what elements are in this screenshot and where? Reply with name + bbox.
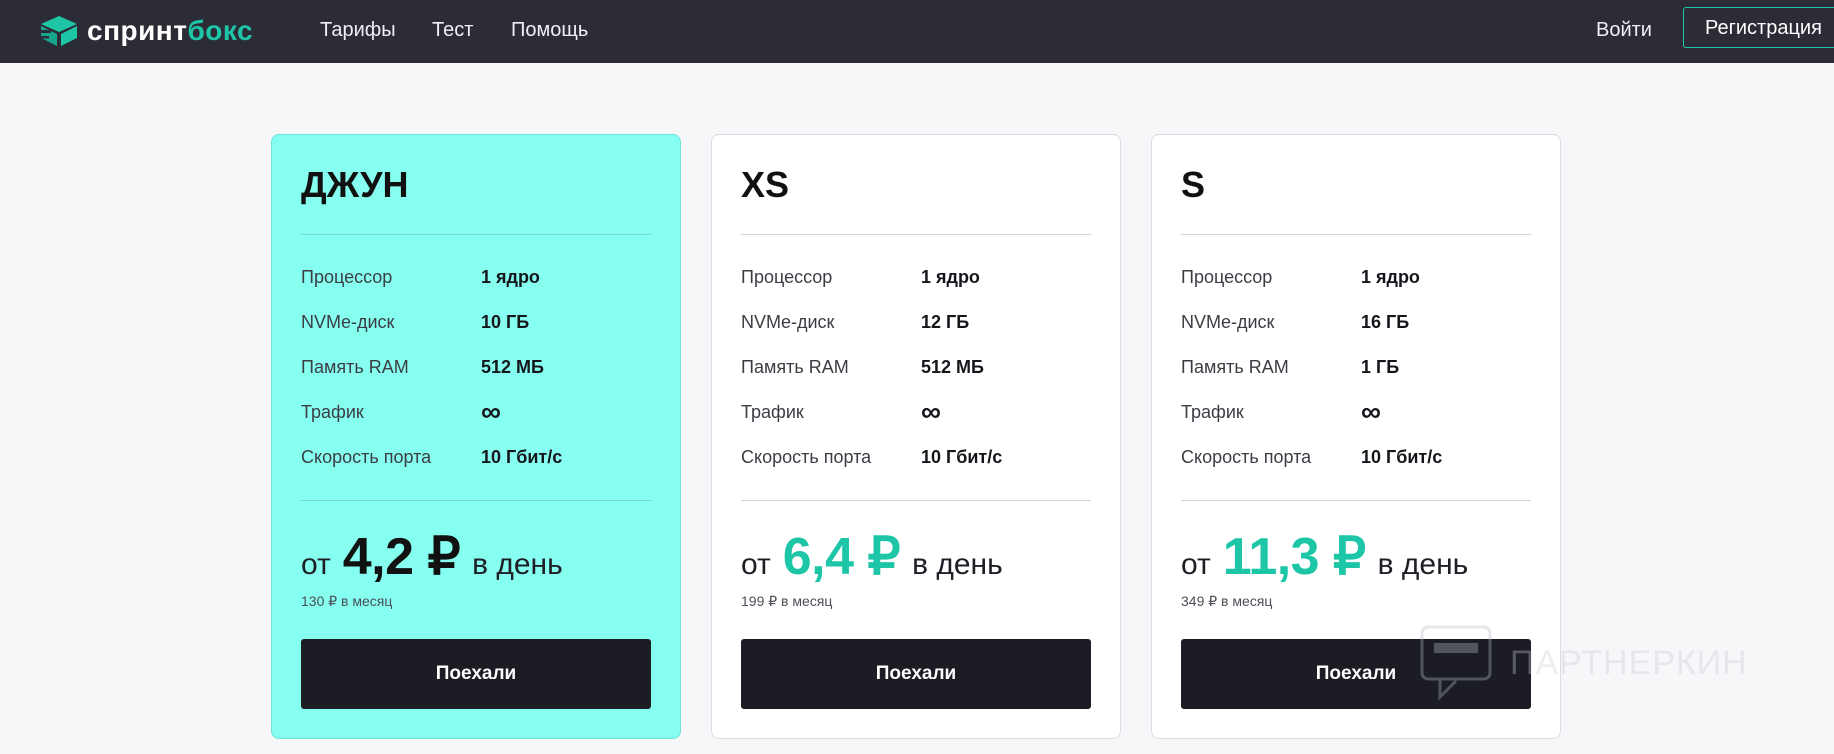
monthly-price: 130 ₽ в месяц — [301, 593, 393, 609]
disk-label: NVMe-диск — [1181, 312, 1275, 332]
ram-label: Память RAM — [301, 357, 409, 377]
infinity-icon: ∞ — [921, 396, 941, 427]
disk-label: NVMe-диск — [301, 312, 395, 332]
go-button[interactable]: Поехали — [301, 639, 651, 709]
divider — [741, 234, 1091, 235]
go-button[interactable]: Поехали — [741, 639, 1091, 709]
top-navbar: спринтбокс Тарифы Тест Помощь Войти Реги… — [0, 0, 1834, 63]
ram-label: Память RAM — [741, 357, 849, 377]
port-value: 10 Гбит/с — [481, 447, 563, 467]
divider — [1181, 500, 1531, 501]
monthly-price: 349 ₽ в месяц — [1181, 593, 1273, 609]
login-link[interactable]: Войти — [1596, 18, 1652, 42]
port-label: Скорость порта — [741, 447, 872, 467]
price-from: от — [741, 548, 771, 581]
disk-value: 12 ГБ — [921, 312, 970, 332]
plan-title: S — [1181, 164, 1206, 205]
price-amount: 4,2 ₽ — [342, 528, 461, 586]
divider — [1181, 234, 1531, 235]
divider — [301, 234, 651, 235]
monthly-price: 199 ₽ в месяц — [741, 593, 833, 609]
watermark: ПАРТНЕРКИН — [1420, 625, 1748, 701]
ram-value: 512 МБ — [921, 357, 984, 377]
nav-link-help[interactable]: Помощь — [511, 18, 588, 42]
price-per-day: в день — [912, 548, 1003, 581]
ram-value: 512 МБ — [481, 357, 544, 377]
logo-cube-icon — [37, 16, 77, 46]
traffic-label: Трафик — [1181, 402, 1244, 422]
logo-text: спринтбокс — [87, 15, 254, 46]
cpu-value: 1 ядро — [921, 267, 980, 287]
port-value: 10 Гбит/с — [921, 447, 1003, 467]
price-amount: 11,3 ₽ — [1222, 528, 1366, 586]
watermark-icon — [1420, 625, 1492, 701]
nav-link-test[interactable]: Тест — [432, 18, 473, 42]
logo[interactable]: спринтбокс — [37, 12, 253, 50]
port-value: 10 Гбит/с — [1361, 447, 1443, 467]
price-row: от 4,2 ₽ в день — [301, 527, 563, 587]
price-per-day: в день — [472, 548, 563, 581]
infinity-icon: ∞ — [1361, 396, 1381, 427]
traffic-label: Трафик — [301, 402, 364, 422]
watermark-text: ПАРТНЕРКИН — [1510, 643, 1748, 682]
price-row: от 11,3 ₽ в день — [1181, 527, 1468, 587]
disk-value: 16 ГБ — [1361, 312, 1410, 332]
plan-title: XS — [741, 164, 790, 205]
disk-label: NVMe-диск — [741, 312, 835, 332]
traffic-label: Трафик — [741, 402, 804, 422]
divider — [741, 500, 1091, 501]
ram-value: 1 ГБ — [1361, 357, 1400, 377]
price-from: от — [301, 548, 331, 581]
divider — [301, 500, 651, 501]
cpu-value: 1 ядро — [481, 267, 540, 287]
infinity-icon: ∞ — [481, 396, 501, 427]
cpu-label: Процессор — [1181, 267, 1273, 287]
disk-value: 10 ГБ — [481, 312, 530, 332]
plan-card-xs: XS Процессор 1 ядро NVMe-диск 12 ГБ Памя… — [711, 134, 1121, 739]
price-per-day: в день — [1377, 548, 1469, 581]
nav-link-tariffs[interactable]: Тарифы — [320, 18, 396, 42]
price-row: от 6,4 ₽ в день — [741, 527, 1003, 587]
cpu-label: Процессор — [301, 267, 393, 287]
port-label: Скорость порта — [1181, 447, 1312, 467]
price-from: от — [1181, 548, 1211, 581]
price-amount: 6,4 ₽ — [782, 528, 901, 586]
port-label: Скорость порта — [301, 447, 432, 467]
cpu-label: Процессор — [741, 267, 833, 287]
plan-title: ДЖУН — [301, 164, 409, 205]
register-button[interactable]: Регистрация — [1683, 7, 1834, 48]
cpu-value: 1 ядро — [1361, 267, 1420, 287]
ram-label: Память RAM — [1181, 357, 1289, 377]
plan-card-jun: ДЖУН Процессор 1 ядро NVMe-диск 10 ГБ Па… — [271, 134, 681, 739]
